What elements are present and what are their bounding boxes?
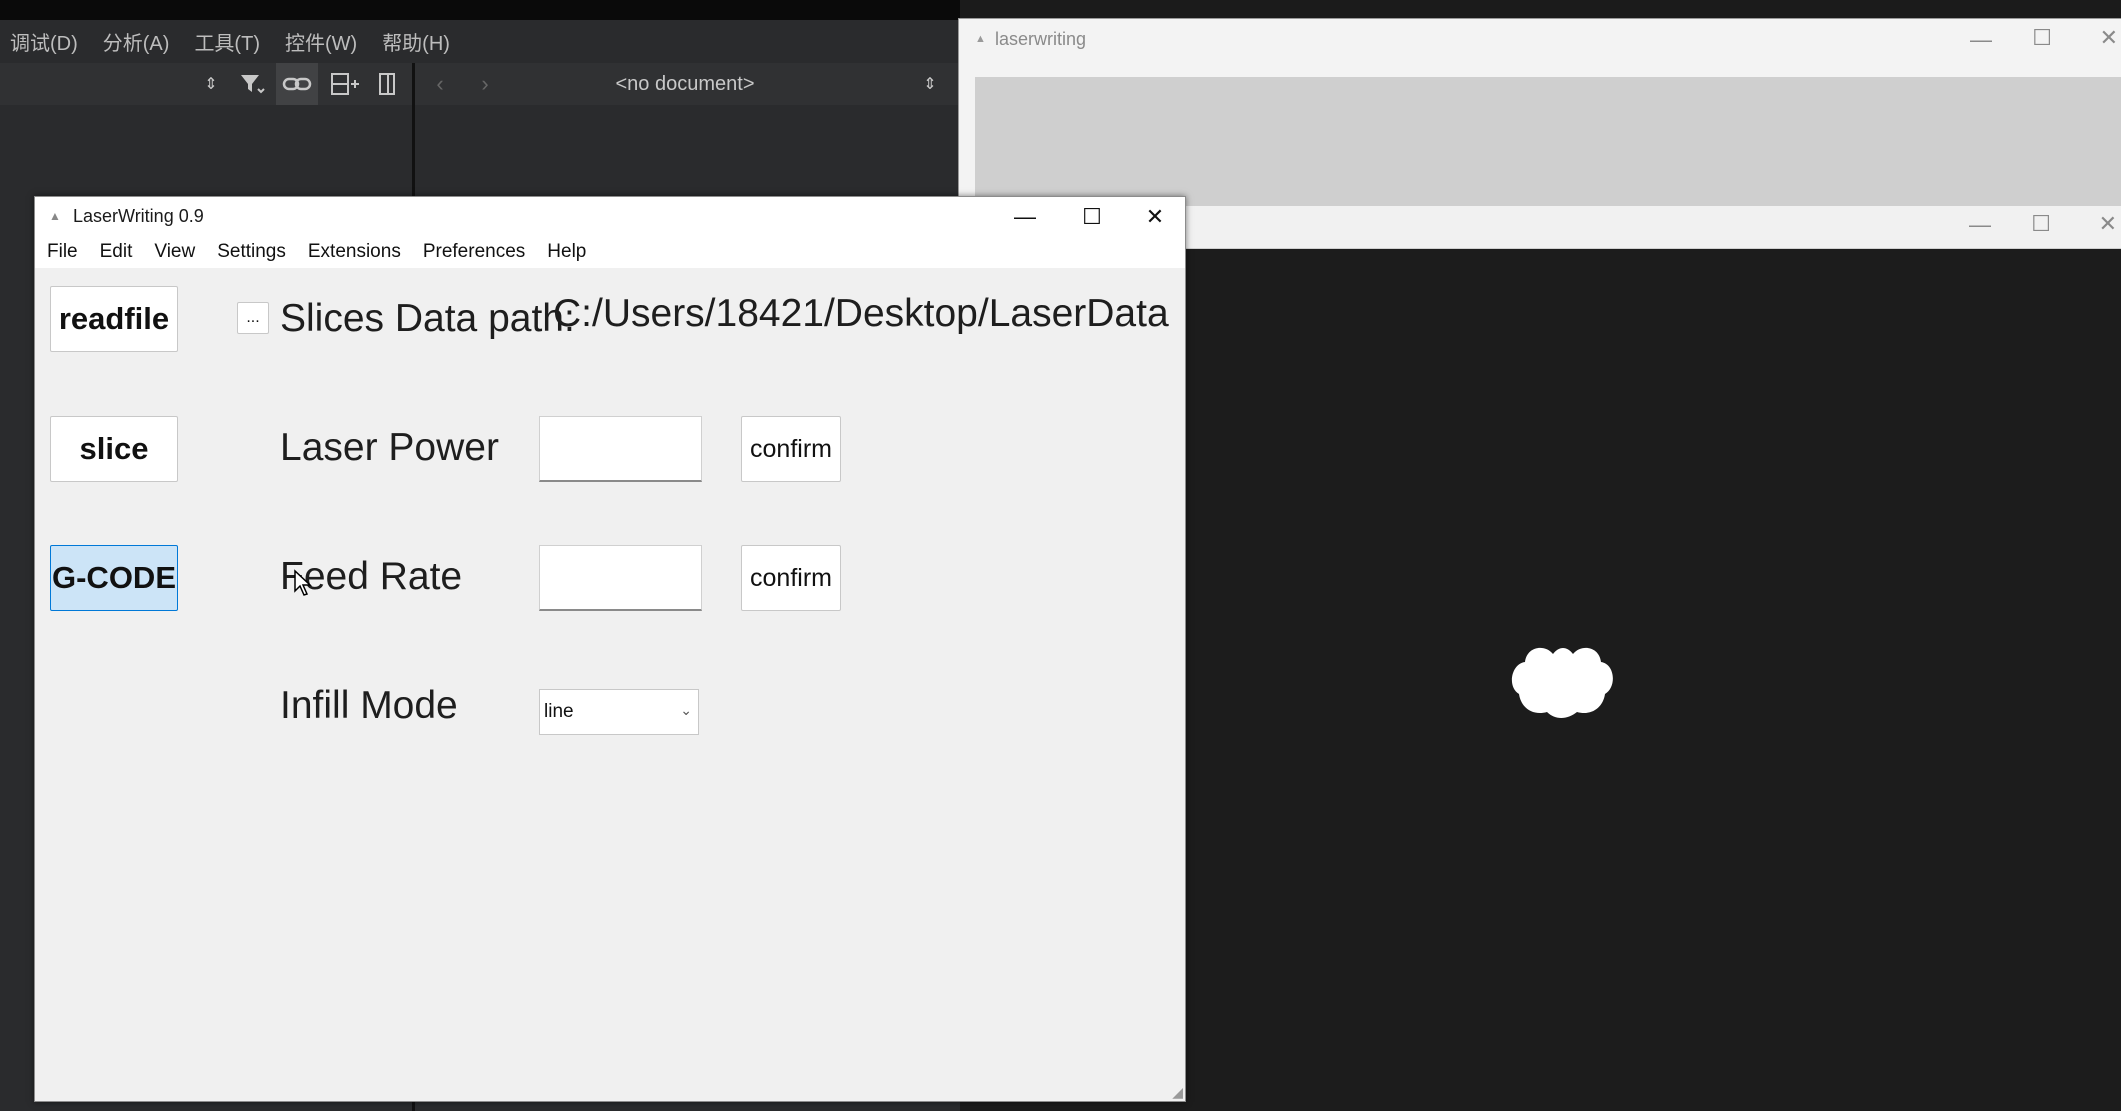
infill-mode-select[interactable]: line ⌄ <box>539 689 699 735</box>
main-menubar: File Edit View Settings Extensions Prefe… <box>35 236 1185 268</box>
readfile-button[interactable]: readfile <box>50 286 178 352</box>
laser-power-label: Laser Power <box>280 426 499 469</box>
maximize-icon[interactable]: ☐ <box>2031 211 2051 237</box>
ide-top-strip <box>0 0 960 20</box>
ide-menubar: 调试(D) 分析(A) 工具(T) 控件(W) 帮助(H) <box>0 20 960 63</box>
maximize-icon[interactable]: ☐ <box>2032 25 2052 51</box>
ide-menu-tools[interactable]: 工具(T) <box>194 27 260 56</box>
gcode-button[interactable]: G-CODE <box>50 545 178 611</box>
maximize-button[interactable]: ☐ <box>1062 197 1122 236</box>
split-add-icon[interactable] <box>325 63 365 105</box>
menu-edit[interactable]: Edit <box>100 241 133 263</box>
slice-shape <box>1511 647 1613 718</box>
browse-button[interactable]: ... <box>237 302 269 334</box>
menu-settings[interactable]: Settings <box>217 241 286 263</box>
laserwriting-main-window: ▲ LaserWriting 0.9 — ☐ ✕ File Edit View … <box>34 196 1186 1102</box>
menu-extensions[interactable]: Extensions <box>308 241 401 263</box>
menu-view[interactable]: View <box>154 241 195 263</box>
laser-power-input[interactable] <box>539 416 702 482</box>
minimize-icon[interactable]: — <box>1970 27 1992 53</box>
filter-icon[interactable] <box>234 63 270 105</box>
infill-mode-value: line <box>544 701 574 722</box>
ide-toolbar: ⇕ ‹ › <no document> ⇕ <box>0 63 960 106</box>
close-icon[interactable]: ✕ <box>2099 211 2117 237</box>
app-icon: ▲ <box>975 33 986 45</box>
menu-preferences[interactable]: Preferences <box>423 241 525 263</box>
preview-titlebar: — ☐ ✕ <box>1170 206 2121 249</box>
close-button[interactable]: ✕ <box>1125 197 1185 236</box>
path-value: C:/Users/18421/Desktop/LaserData <box>553 292 1169 335</box>
path-label: Slices Data path: <box>280 297 575 340</box>
updown-icon[interactable]: ⇕ <box>196 63 226 105</box>
main-titlebar: ▲ LaserWriting 0.9 — ☐ ✕ <box>35 197 1185 236</box>
doc-combo-arrows-icon[interactable]: ⇕ <box>915 63 945 105</box>
ide-menu-widgets[interactable]: 控件(W) <box>285 27 357 56</box>
preview-window: — ☐ ✕ <box>1170 206 2121 1111</box>
close-icon[interactable]: ✕ <box>2100 25 2118 51</box>
document-combo[interactable]: <no document> <box>420 63 950 105</box>
laserwriting-window: ▲ laserwriting — ☐ ✕ <box>958 18 2121 210</box>
window-title: LaserWriting 0.9 <box>73 206 204 226</box>
app-icon: ▲ <box>49 209 61 223</box>
ide-menu-debug[interactable]: 调试(D) <box>10 27 78 56</box>
link-icon[interactable] <box>276 63 318 105</box>
chevron-down-icon: ⌄ <box>680 702 692 718</box>
infill-mode-label: Infill Mode <box>280 684 458 727</box>
minimize-button[interactable]: — <box>995 197 1055 236</box>
ide-menu-analyze[interactable]: 分析(A) <box>103 27 170 56</box>
menu-file[interactable]: File <box>47 241 78 263</box>
feed-rate-confirm-button[interactable]: confirm <box>741 545 841 611</box>
minimize-icon[interactable]: — <box>1969 212 1991 238</box>
close-pane-icon[interactable] <box>372 63 402 105</box>
window-title: laserwriting <box>995 29 1087 49</box>
ide-menu-help[interactable]: 帮助(H) <box>382 27 450 56</box>
menu-help[interactable]: Help <box>547 241 586 263</box>
mouse-cursor-icon <box>294 569 312 596</box>
resize-grip-icon[interactable]: ◢ <box>1172 1084 1183 1101</box>
window-content <box>975 77 2121 209</box>
laser-power-confirm-button[interactable]: confirm <box>741 416 841 482</box>
slice-button[interactable]: slice <box>50 416 178 482</box>
feed-rate-input[interactable] <box>539 545 702 611</box>
